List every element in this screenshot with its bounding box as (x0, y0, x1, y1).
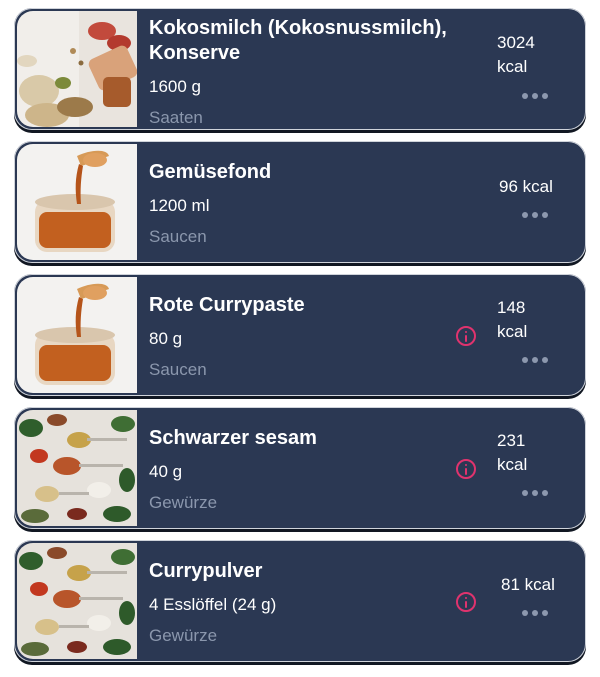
sauce-jar-image (17, 277, 137, 393)
item-kcal: 231 kcal (497, 431, 528, 474)
item-title: Currypulver (149, 560, 263, 582)
item-quantity: 1200 ml (149, 196, 210, 215)
item-quantity: 4 Esslöffel (24 g) (149, 595, 277, 614)
item-category: Gewürze (149, 493, 218, 512)
item-title: Rote Currypaste (149, 294, 305, 316)
sauce-jar-image (17, 144, 137, 260)
card-body: Kokosmilch (Kokosnussmilch), Konserve 16… (17, 11, 583, 127)
spices-spoons-image (17, 410, 137, 526)
card-body: Currypulver 4 Esslöffel (24 g) Gewürze 8… (17, 543, 583, 659)
item-quantity: 40 g (149, 462, 183, 481)
item-title: Schwarzer sesam (149, 427, 317, 449)
item-category: Saucen (149, 227, 207, 246)
item-kcal: 148 kcal (497, 298, 528, 341)
list-item[interactable]: Schwarzer sesam 40 g Gewürze 231 kcal (14, 407, 586, 529)
item-quantity: 1600 g (149, 77, 201, 96)
more-dots-icon[interactable] (522, 488, 548, 498)
more-dots-icon[interactable] (522, 91, 548, 101)
more-dots-icon[interactable] (522, 608, 548, 618)
item-category: Saaten (149, 108, 203, 127)
list-item[interactable]: Rote Currypaste 80 g Saucen 148 kcal (14, 274, 586, 396)
info-icon[interactable] (456, 326, 476, 346)
list-item[interactable]: Currypulver 4 Esslöffel (24 g) Gewürze 8… (14, 540, 586, 662)
more-dots-icon[interactable] (522, 210, 548, 220)
item-category: Gewürze (149, 626, 218, 645)
item-kcal: 3024 kcal (497, 33, 535, 76)
info-icon[interactable] (456, 592, 476, 612)
item-kcal: 81 kcal (501, 575, 555, 594)
food-list: Kokosmilch (Kokosnussmilch), Konserve 16… (0, 0, 600, 677)
list-item[interactable]: Kokosmilch (Kokosnussmilch), Konserve 16… (14, 8, 586, 130)
item-category: Saucen (149, 360, 207, 379)
item-title: Kokosmilch (Kokosnussmilch), Konserve (149, 17, 447, 64)
card-body: Schwarzer sesam 40 g Gewürze 231 kcal (17, 410, 583, 526)
card-body: Rote Currypaste 80 g Saucen 148 kcal (17, 277, 583, 393)
nuts-seeds-image (17, 11, 137, 127)
list-item[interactable]: Gemüsefond 1200 ml Saucen 96 kcal (14, 141, 586, 263)
item-kcal: 96 kcal (499, 177, 553, 196)
item-title: Gemüsefond (149, 161, 272, 183)
info-icon[interactable] (456, 459, 476, 479)
spices-spoons-image (17, 543, 137, 659)
more-dots-icon[interactable] (522, 355, 548, 365)
item-quantity: 80 g (149, 329, 183, 348)
card-body: Gemüsefond 1200 ml Saucen 96 kcal (17, 144, 583, 260)
